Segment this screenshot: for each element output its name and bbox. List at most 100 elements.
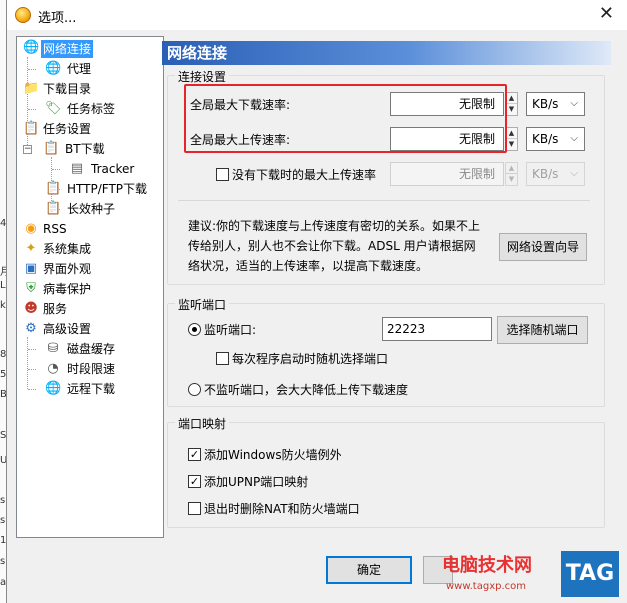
edge-text: s <box>0 556 6 567</box>
connection-group-title: 连接设置 <box>175 68 230 85</box>
shield-icon: ⛨ <box>26 281 36 296</box>
close-icon[interactable]: ✕ <box>599 3 614 24</box>
watermark-url: www.tagxp.com <box>446 581 526 592</box>
listen-label: 监听端口: <box>204 323 257 337</box>
advice-line: 建议:你的下载速度与上传速度有密切的关系。如果不上 <box>188 219 481 233</box>
idle-upload-unit-select[interactable]: KB/s ⌵ <box>526 162 585 186</box>
firewall-label: 添加Windows防火墙例外 <box>204 448 342 462</box>
tree-connector <box>52 169 60 170</box>
highlight-box <box>184 84 507 153</box>
edge-text: k <box>0 300 6 311</box>
ok-button[interactable]: 确定 <box>326 556 412 584</box>
port-mapping-group-title: 端口映射 <box>175 415 230 432</box>
random-each-start-label: 每次程序启动时随机选择端口 <box>232 352 389 366</box>
listen-radio[interactable] <box>188 323 201 336</box>
tree-item-tracker[interactable]: Tracker <box>89 160 136 178</box>
service-icon: ☻ <box>24 301 38 316</box>
settings-tree: 🌐 网络连接 🌐 代理 📁 下载目录 🏷 任务标签 📋 任务设置 − 📋 BT下… <box>16 36 164 538</box>
max-download-unit-select[interactable]: KB/s ⌵ <box>526 92 585 116</box>
folder-icon: 📁 <box>23 81 40 96</box>
idle-upload-label: 没有下载时的最大上传速率 <box>232 168 377 182</box>
spin-down-icon[interactable]: ▼ <box>506 104 517 115</box>
advice-line: 络状况，适当的上传速率，以提高下载速度。 <box>188 259 429 273</box>
tree-item-service[interactable]: 服务 <box>41 300 69 318</box>
no-listen-radio[interactable] <box>188 383 201 396</box>
unit-value: KB/s <box>532 97 559 111</box>
upnp-checkbox[interactable]: ✓ <box>188 475 201 488</box>
max-upload-unit-select[interactable]: KB/s ⌵ <box>526 127 585 151</box>
tree-item-disk-cache[interactable]: 磁盘缓存 <box>65 340 117 358</box>
tree-item-appearance[interactable]: 界面外观 <box>41 260 93 278</box>
advanced-icon: ⚙ <box>25 321 37 336</box>
unit-value: KB/s <box>532 132 559 146</box>
tree-connector <box>28 349 36 350</box>
tree-item-long-seed[interactable]: 长效种子 <box>65 200 117 218</box>
tree-item-http-ftp[interactable]: HTTP/FTP下载 <box>65 180 149 198</box>
puzzle-icon: ✦ <box>25 241 37 256</box>
spin-down-icon[interactable]: ▼ <box>506 139 517 150</box>
edge-text: s <box>0 495 6 506</box>
tree-item-system[interactable]: 系统集成 <box>41 240 93 258</box>
app-logo-icon <box>15 7 31 23</box>
disk-icon: ⛁ <box>47 341 59 356</box>
server-icon: ▤ <box>70 161 84 176</box>
collapse-toggle[interactable]: − <box>23 145 32 154</box>
tree-connector <box>28 109 36 110</box>
advice-line: 传给别人，别人也不会让你下载。ADSL 用户请根据网 <box>188 239 476 253</box>
advice-text: 建议:你的下载速度与上传速度有密切的关系。如果不上 传给别人，别人也不会让你下载… <box>188 216 480 276</box>
network-wizard-button[interactable]: 网络设置向导 <box>499 233 587 261</box>
no-listen-label: 不监听端口，会大大降低上传下载速度 <box>204 383 409 397</box>
tree-connector <box>28 369 36 370</box>
tree-item-task-settings[interactable]: 任务设置 <box>41 120 93 138</box>
random-port-button[interactable]: 选择随机端口 <box>497 316 588 344</box>
firewall-checkbox[interactable]: ✓ <box>188 448 201 461</box>
appearance-icon: ▣ <box>24 261 38 276</box>
tree-item-proxy[interactable]: 代理 <box>65 60 93 78</box>
tree-item-time-limit[interactable]: 时段限速 <box>65 360 117 378</box>
tree-connector <box>28 389 36 390</box>
edge-text: L <box>0 280 6 291</box>
watermark-tag: TAG <box>561 551 619 597</box>
remote-globe-icon: 🌐 <box>45 381 62 396</box>
chevron-down-icon: ⌵ <box>570 98 578 109</box>
tree-item-remote[interactable]: 远程下载 <box>65 380 117 398</box>
window-title: 选项... <box>38 11 77 26</box>
tree-connector <box>28 69 36 70</box>
tree-item-task-tag[interactable]: 任务标签 <box>65 100 117 118</box>
bt-clipboard-icon: 📋 <box>43 141 60 156</box>
http-icon: 📋 <box>45 181 62 196</box>
tree-item-virus[interactable]: 病毒保护 <box>41 280 93 298</box>
title-bar: 选项... ✕ <box>7 0 627 30</box>
upnp-label: 添加UPNP端口映射 <box>204 475 309 489</box>
task-clipboard-icon: 📋 <box>23 121 40 136</box>
listen-group-title: 监听端口 <box>175 296 230 313</box>
tree-connector <box>27 337 28 389</box>
spin-up-icon[interactable]: ▲ <box>506 93 517 104</box>
edge-text: s <box>0 515 6 526</box>
remove-on-exit-label: 退出时删除NAT和防火墙端口 <box>204 502 360 516</box>
remove-on-exit-checkbox[interactable] <box>188 502 201 515</box>
idle-upload-spinner[interactable]: ▲ ▼ <box>505 162 518 186</box>
rss-icon: ◉ <box>25 221 37 236</box>
chevron-down-icon: ⌵ <box>570 168 578 179</box>
watermark-title: 电脑技术网 <box>442 555 532 576</box>
spin-up-icon[interactable]: ▲ <box>506 163 517 174</box>
tree-item-advanced[interactable]: 高级设置 <box>41 320 93 338</box>
seed-icon: 📋 <box>45 201 62 216</box>
random-each-start-checkbox[interactable] <box>216 352 229 365</box>
tree-item-download-dir[interactable]: 下载目录 <box>41 80 93 98</box>
idle-upload-checkbox[interactable] <box>216 168 229 181</box>
unit-value: KB/s <box>532 167 559 181</box>
port-input[interactable]: 22223 <box>382 317 492 341</box>
tree-item-bt-download[interactable]: BT下载 <box>63 140 107 158</box>
globe-network-icon: 🌐 <box>23 40 40 55</box>
tree-item-network[interactable]: 网络连接 <box>41 40 94 58</box>
page-title: 网络连接 <box>162 41 611 65</box>
chevron-down-icon: ⌵ <box>570 133 578 144</box>
idle-upload-input[interactable]: 无限制 <box>390 162 504 186</box>
proxy-globe-icon: 🌐 <box>45 61 62 76</box>
divider <box>178 200 590 201</box>
spin-up-icon[interactable]: ▲ <box>506 128 517 139</box>
spin-down-icon[interactable]: ▼ <box>506 174 517 185</box>
tree-item-rss[interactable]: RSS <box>41 220 69 238</box>
